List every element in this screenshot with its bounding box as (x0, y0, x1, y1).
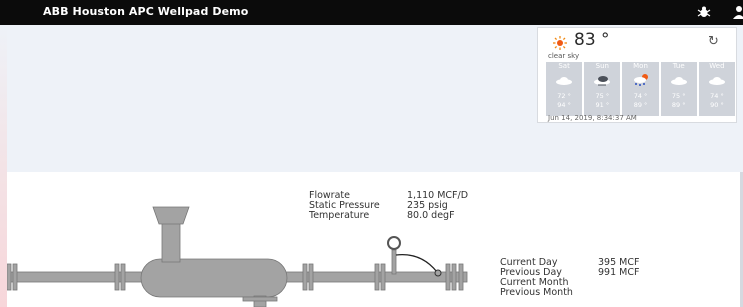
cloud-icon (708, 77, 725, 85)
pipe-flange (445, 263, 451, 291)
forecast-day-name: Sun (595, 62, 609, 70)
forecast-low: 75 ° (671, 92, 686, 100)
current-temperature: 83 ° (574, 30, 610, 50)
forecast-day: Sun 75 ° 91 ° (584, 62, 621, 116)
readout-row: Temperature 80.0 degF (309, 211, 529, 221)
vent-stack (161, 219, 181, 263)
weather-timestamp: Jun 14, 2019, 8:34:37 AM (548, 114, 637, 122)
forecast-high: 94 ° (557, 101, 571, 109)
pipe-flange (458, 263, 464, 291)
pipe-flange (308, 263, 314, 291)
wellpad-process-panel: Flowrate 1,110 MCF/D Static Pressure 235 p… (7, 172, 740, 307)
refresh-icon[interactable]: ↻ (708, 34, 719, 49)
readout-label: Temperature (309, 210, 370, 221)
app-title: ABB Houston APC Wellpad Demo (43, 5, 249, 18)
pipe-flange (120, 263, 126, 291)
forecast-day: Tue 75 ° 89 ° (660, 62, 697, 116)
forecast-day-name: Wed (709, 62, 725, 70)
pipe-flange (12, 263, 18, 291)
forecast-low: 72 ° (557, 92, 571, 100)
forecast-day-name: Sat (558, 62, 570, 70)
forecast-day-name: Mon (633, 62, 648, 70)
forecast-high: 91 ° (595, 101, 610, 109)
separator-vessel (140, 258, 288, 298)
production-row: Previous Month (500, 288, 700, 298)
forecast-day: Wed 74 ° 90 ° (698, 62, 736, 116)
cloud-icon (556, 77, 573, 85)
forecast-day: Sat 72 ° 94 ° (546, 62, 583, 116)
forecast-high: 90 ° (710, 101, 724, 109)
meter-stem (391, 249, 397, 275)
forecast-low: 74 ° (710, 92, 724, 100)
bug-icon[interactable] (697, 5, 711, 19)
storm-cloud-icon (594, 76, 611, 86)
forecast-high: 89 ° (633, 101, 648, 109)
side-accent (0, 25, 7, 307)
weather-widget: 83 ° ↻ clear sky Sat 72 ° 94 ° Sun 75 ° … (537, 27, 737, 123)
forecast-day: Mon 74 ° 89 ° (622, 62, 659, 116)
readout-value: 80.0 degF (407, 210, 455, 221)
forecast-day-name: Tue (672, 62, 685, 70)
vent-funnel (152, 206, 190, 225)
flow-meter-gauge (387, 236, 401, 250)
production-value: 991 MCF (598, 267, 640, 278)
process-readout: Flowrate 1,110 MCF/D Static Pressure 235 p… (309, 191, 529, 221)
production-readout: Current Day 395 MCF Previous Day 991 MCF C… (500, 258, 700, 298)
cloud-icon (670, 77, 687, 85)
meter-tap (434, 269, 442, 277)
pipe-flange (114, 263, 120, 291)
weather-condition: clear sky (548, 52, 580, 60)
bottom-flange (242, 296, 278, 302)
pipe-flange (374, 263, 380, 291)
forecast-low: 75 ° (595, 92, 610, 100)
pipe-flange (7, 263, 12, 291)
forecast-high: 89 ° (671, 101, 686, 109)
forecast-days: Sat 72 ° 94 ° Sun 75 ° 91 ° Mon 74 ° 89 … (546, 62, 736, 116)
production-label: Previous Month (500, 287, 573, 298)
meter-lead (395, 253, 438, 273)
forecast-low: 74 ° (633, 92, 648, 100)
rain-sun-icon (633, 74, 648, 86)
user-icon[interactable] (732, 5, 743, 19)
pipe-flange (302, 263, 308, 291)
pipe-flange (451, 263, 457, 291)
pipe-flange (380, 263, 386, 291)
top-bar: ABB Houston APC Wellpad Demo (0, 0, 743, 25)
sun-icon (553, 36, 567, 50)
